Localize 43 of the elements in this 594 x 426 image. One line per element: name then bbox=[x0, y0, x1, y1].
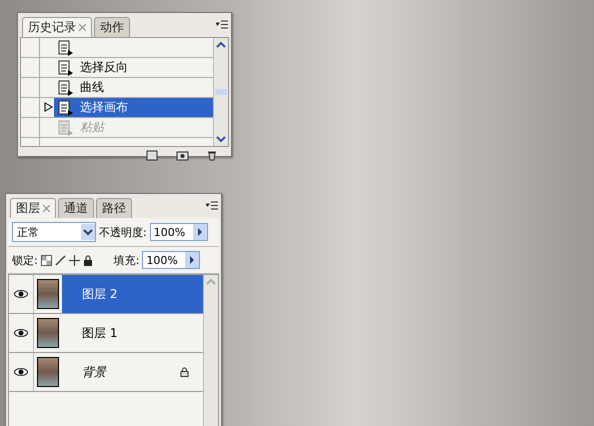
eye-icon[interactable] bbox=[14, 368, 28, 376]
close-icon[interactable] bbox=[79, 24, 86, 31]
camera-icon[interactable] bbox=[176, 150, 189, 161]
new-document-icon[interactable] bbox=[146, 150, 158, 161]
arrow-right-icon bbox=[185, 252, 200, 268]
opacity-field[interactable]: 100% bbox=[150, 223, 208, 241]
panel-tab[interactable]: 通道 bbox=[58, 198, 94, 218]
history-state-icon bbox=[58, 60, 74, 76]
scrollbar-thumb[interactable] bbox=[214, 89, 228, 95]
lock-transparency-icon[interactable] bbox=[40, 254, 52, 266]
lock-label: 锁定: bbox=[12, 252, 38, 268]
menu-icon[interactable] bbox=[216, 20, 228, 29]
move-icon[interactable] bbox=[68, 254, 80, 266]
arrow-right-icon bbox=[192, 224, 207, 240]
panel-tab[interactable]: 路径 bbox=[96, 198, 132, 218]
history-state-icon bbox=[58, 100, 74, 116]
layer-row[interactable]: 图层 2 bbox=[62, 275, 203, 313]
scrollbar[interactable] bbox=[213, 38, 228, 146]
fill-field[interactable]: 100% bbox=[142, 251, 200, 269]
scrollbar[interactable] bbox=[203, 275, 218, 426]
history-state-icon bbox=[58, 40, 74, 56]
history-state[interactable]: 选择画布 bbox=[54, 98, 213, 117]
layer-thumbnail bbox=[37, 279, 59, 309]
layer-thumbnail bbox=[37, 357, 59, 387]
history-state[interactable]: 曲线 bbox=[54, 78, 213, 97]
panel-tab[interactable]: 动作 bbox=[94, 17, 130, 37]
eye-icon[interactable] bbox=[14, 329, 28, 337]
history-state[interactable]: 选择反向 bbox=[54, 58, 213, 77]
lock-icon[interactable] bbox=[82, 254, 93, 266]
trash-icon[interactable] bbox=[207, 150, 217, 161]
panel-tab[interactable]: 历史记录 bbox=[22, 17, 92, 37]
menu-icon[interactable] bbox=[206, 201, 218, 210]
history-state-icon bbox=[58, 80, 74, 96]
fill-label: 填充: bbox=[114, 252, 140, 268]
layer-row[interactable]: 背景 bbox=[62, 353, 203, 391]
close-icon[interactable] bbox=[43, 205, 50, 212]
blend-mode-dropdown[interactable]: 正常 bbox=[12, 222, 96, 242]
layer-row[interactable]: 图层 1 bbox=[62, 314, 203, 352]
layer-thumbnail bbox=[37, 318, 59, 348]
opacity-label: 不透明度: bbox=[99, 224, 147, 240]
brush-icon[interactable] bbox=[54, 254, 66, 266]
eye-icon[interactable] bbox=[14, 290, 28, 298]
panel-tab[interactable]: 图层 bbox=[10, 198, 56, 218]
